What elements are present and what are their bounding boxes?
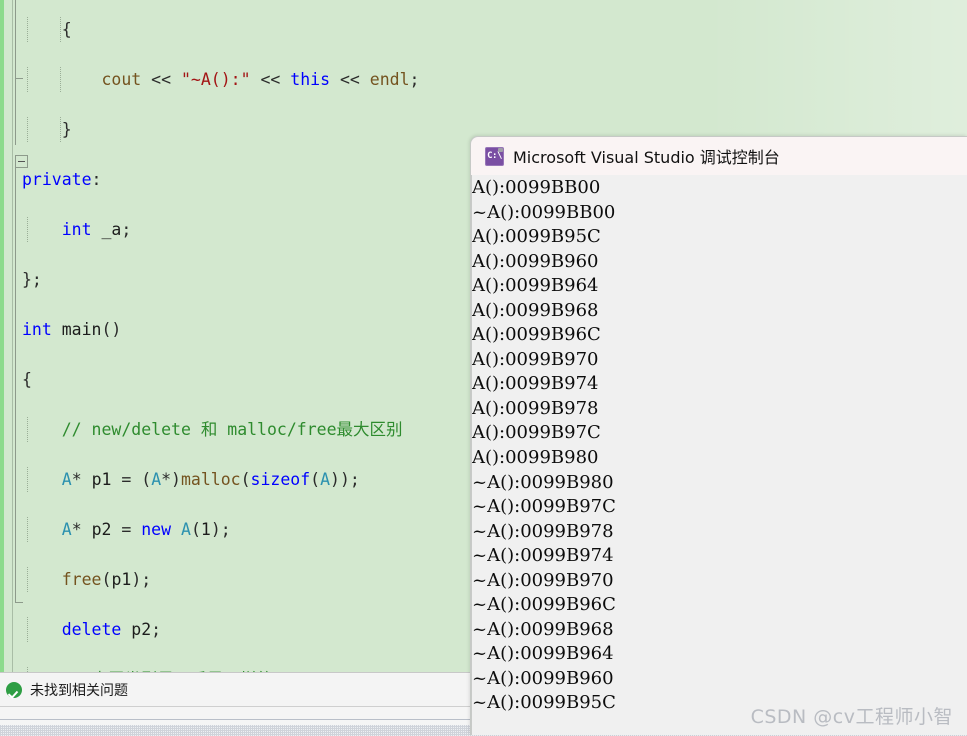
console-line: ~A():0099B964 bbox=[472, 643, 614, 665]
console-title-text: Microsoft Visual Studio 调试控制台 bbox=[513, 148, 780, 167]
console-line: A():0099BB00 bbox=[472, 177, 601, 198]
console-line: ~A():0099B968 bbox=[472, 618, 614, 640]
console-line: A():0099B97C bbox=[472, 422, 601, 444]
console-line: A():0099B978 bbox=[472, 397, 599, 419]
cmd-terminal-icon-glyph: C:\ bbox=[487, 150, 502, 161]
console-line: ~A():0099BB00 bbox=[472, 201, 616, 223]
status-text: 未找到相关问题 bbox=[30, 683, 128, 699]
console-line: A():0099B960 bbox=[472, 250, 599, 272]
cmd-terminal-icon: C:\ bbox=[485, 146, 504, 166]
console-title-bar[interactable]: C:\ Microsoft Visual Studio 调试控制台 bbox=[471, 137, 967, 175]
console-line: ~A():0099B980 bbox=[472, 471, 614, 493]
console-line: ~A():0099B960 bbox=[472, 667, 614, 689]
console-output[interactable]: A():0099BB00 ~A():0099BB00 A():0099B95C A()… bbox=[472, 175, 967, 735]
console-line: A():0099B95C bbox=[472, 226, 601, 248]
console-line: A():0099B970 bbox=[472, 348, 599, 370]
console-line: A():0099B964 bbox=[472, 275, 599, 297]
console-line: ~A():0099B974 bbox=[472, 545, 614, 567]
green-check-icon bbox=[6, 682, 22, 698]
console-window[interactable]: C:\ Microsoft Visual Studio 调试控制台 A():00… bbox=[470, 136, 967, 735]
console-line: ~A():0099B97C bbox=[472, 496, 616, 518]
console-line: A():0099B968 bbox=[472, 299, 599, 321]
console-line: ~A():0099B95C bbox=[472, 692, 616, 714]
code-line[interactable]: { bbox=[0, 16, 967, 42]
console-line: ~A():0099B978 bbox=[472, 520, 614, 542]
console-line: ~A():0099B96C bbox=[472, 594, 616, 616]
console-line: A():0099B96C bbox=[472, 324, 601, 346]
console-line: A():0099B980 bbox=[472, 447, 599, 469]
cmd-terminal-icon-badge bbox=[498, 147, 503, 152]
console-line: A():0099B974 bbox=[472, 373, 599, 395]
console-line: ~A():0099B970 bbox=[472, 569, 614, 591]
code-line[interactable]: cout << "~A():" << this << endl; bbox=[0, 66, 967, 92]
